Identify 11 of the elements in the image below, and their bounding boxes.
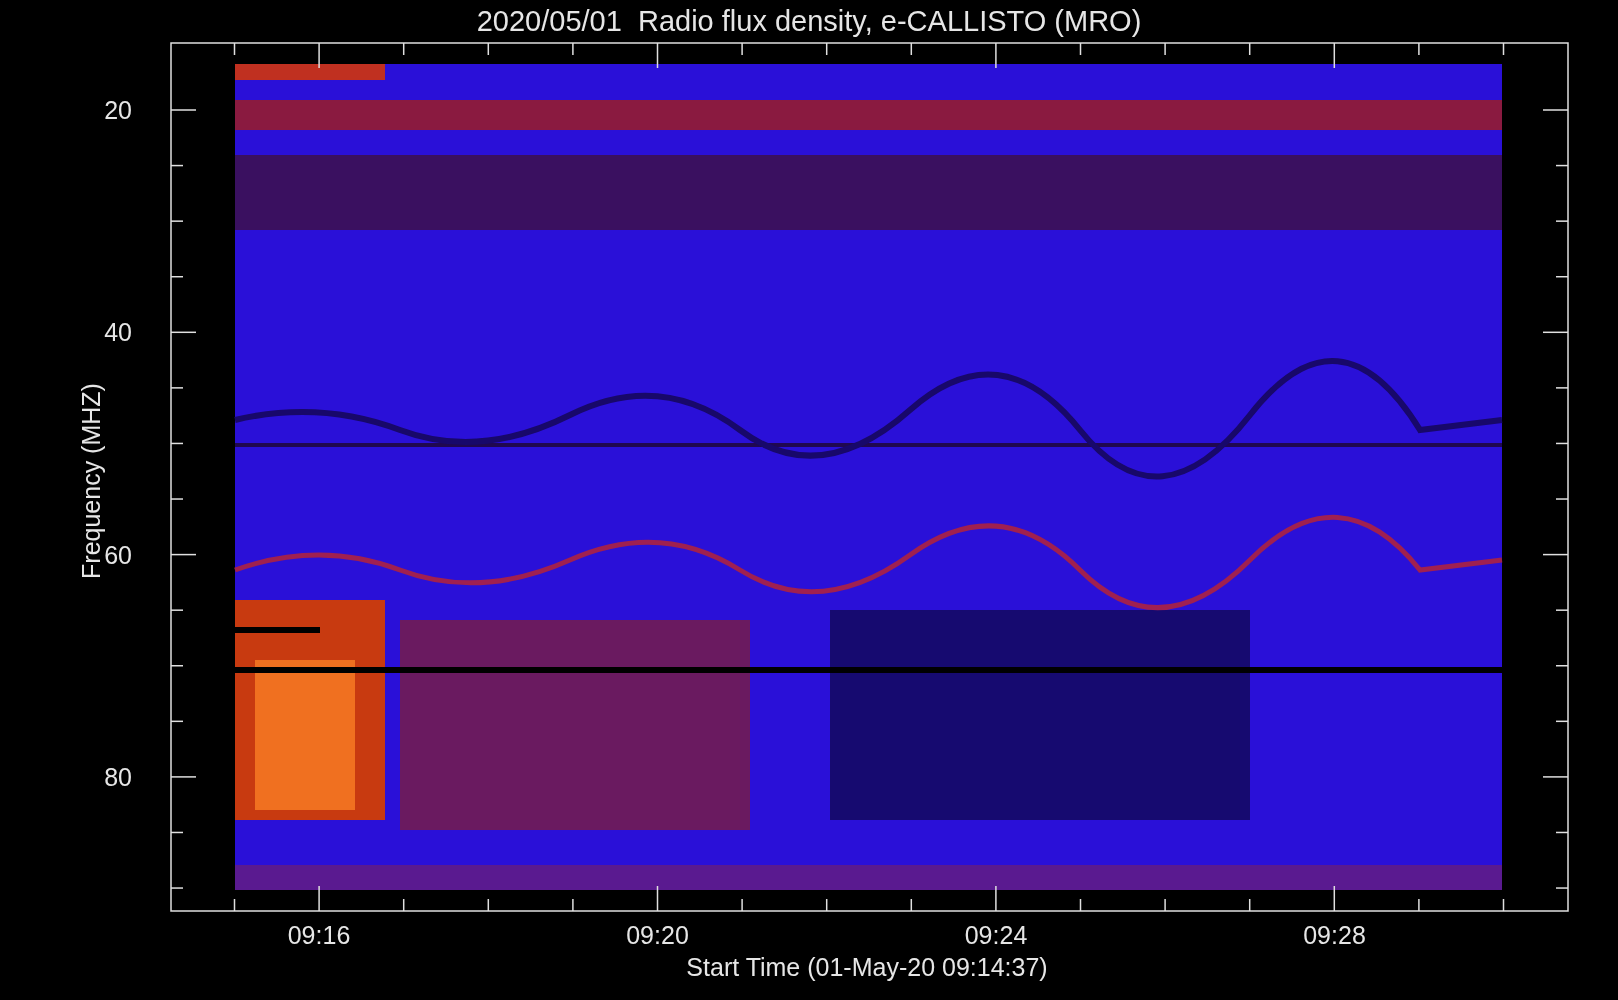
axis-tick-label: 80 — [104, 762, 132, 791]
axis-tick-label: 09:28 — [1303, 921, 1366, 949]
axis-tick-label: 09:20 — [626, 921, 689, 949]
axis-tick-label: 20 — [104, 96, 132, 124]
axis-tick-label: 09:16 — [287, 921, 351, 949]
chart-title: 2020/05/01 Radio flux density, e-CALLISTO (MRO) — [476, 5, 1142, 37]
axis-tick-label: 09:24 — [964, 921, 1028, 949]
axis-title: Frequency (MHZ) — [77, 383, 105, 579]
axis-tick-label: 60 — [104, 540, 132, 569]
axis-tick-label: 40 — [104, 318, 132, 347]
axis-title: Start Time (01-May-20 09:14:37) — [686, 953, 1048, 981]
